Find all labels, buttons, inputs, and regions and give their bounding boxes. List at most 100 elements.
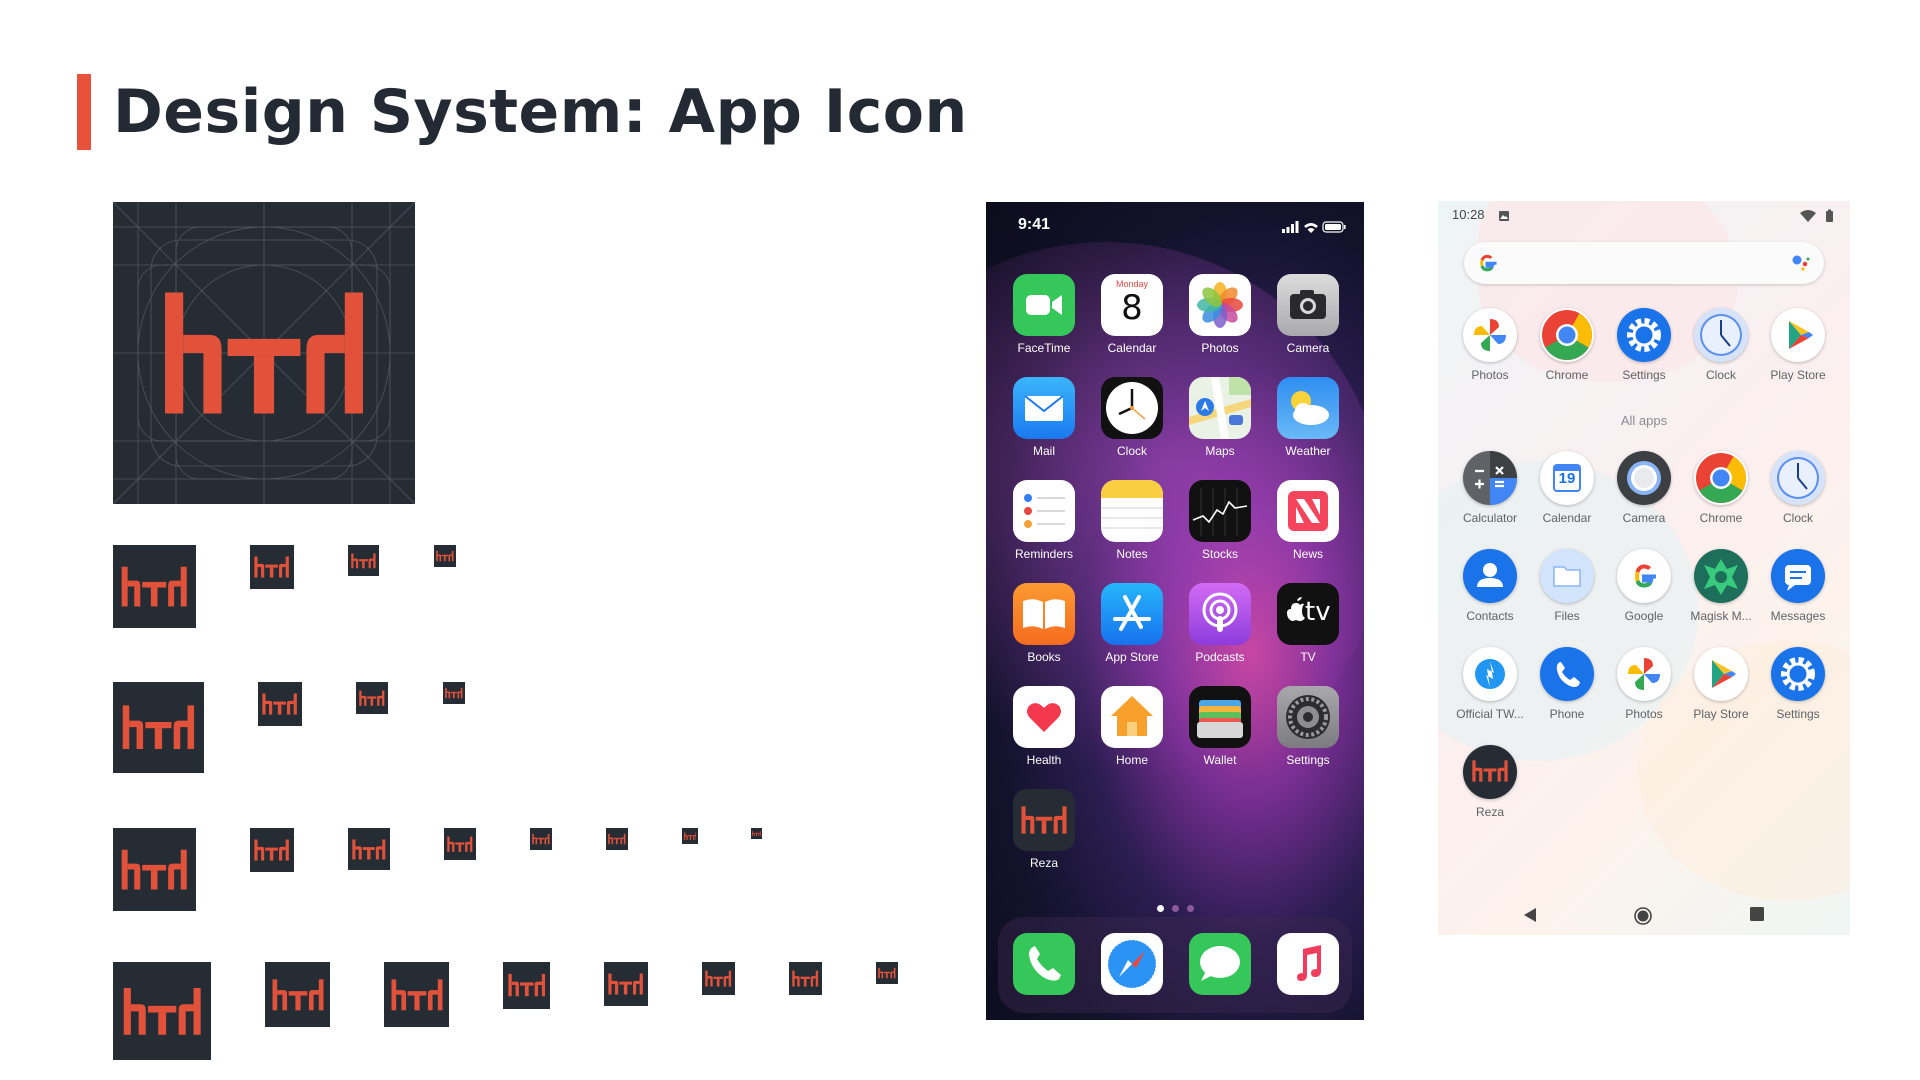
wifi-battery-icon: [1800, 209, 1833, 222]
android-app-reza[interactable]: Reza: [1451, 745, 1529, 819]
wallet-icon: [1189, 686, 1251, 748]
android-app-label: Clock: [1782, 511, 1813, 525]
weather-icon: [1277, 377, 1339, 439]
android-app-phone[interactable]: Phone: [1528, 647, 1606, 721]
page-dot[interactable]: [1171, 905, 1179, 912]
app-icon-sample: [356, 682, 388, 714]
assistant-icon[interactable]: [1792, 255, 1810, 271]
ios-app-label: Camera: [1286, 341, 1330, 355]
dock-app-safari[interactable]: [1088, 933, 1176, 1020]
android-app-settings[interactable]: Settings: [1759, 647, 1837, 721]
ios-app-weather[interactable]: Weather: [1264, 377, 1352, 480]
dock-app-messages[interactable]: [1176, 933, 1264, 1020]
reza-icon: [1463, 745, 1517, 799]
ios-app-label: Home: [1115, 753, 1148, 767]
reminders-icon: [1013, 480, 1075, 542]
back-button[interactable]: [1522, 907, 1538, 928]
android-app-label: Play Store: [1693, 707, 1749, 721]
page-dot[interactable]: [1186, 905, 1194, 912]
app-icon-sample: [113, 545, 196, 628]
google-search-bar[interactable]: [1464, 242, 1824, 284]
contacts-icon: [1463, 549, 1517, 603]
play-store-icon: [1771, 308, 1825, 362]
ios-app-podcasts[interactable]: Podcasts: [1176, 583, 1264, 686]
android-app-label: Calculator: [1462, 511, 1518, 525]
dock-app-music[interactable]: [1264, 933, 1352, 1020]
android-app-messages[interactable]: Messages: [1759, 549, 1837, 623]
ios-app-label: News: [1292, 547, 1323, 561]
ios-app-mail[interactable]: Mail: [1000, 377, 1088, 480]
android-app-label: Magisk M...: [1690, 609, 1752, 623]
app-icon-sample: [113, 828, 196, 911]
ios-app-camera[interactable]: Camera: [1264, 274, 1352, 377]
page-dot[interactable]: [1156, 905, 1164, 912]
play-store-icon: [1694, 647, 1748, 701]
android-app-label: Calendar: [1542, 511, 1592, 525]
android-fav-photos[interactable]: Photos: [1451, 308, 1529, 382]
android-app-magisk[interactable]: Magisk M...: [1682, 549, 1760, 623]
android-app-official-tw[interactable]: Official TW...: [1451, 647, 1529, 721]
android-app-contacts[interactable]: Contacts: [1451, 549, 1529, 623]
ios-app-maps[interactable]: Maps: [1176, 377, 1264, 480]
maps-icon: [1189, 377, 1251, 439]
phone-icon: [1013, 933, 1075, 995]
app-icon-sample: [702, 962, 735, 995]
android-app-photos[interactable]: Photos: [1605, 647, 1683, 721]
app-icon-sample: [789, 962, 822, 995]
page-indicator[interactable]: [986, 899, 1364, 917]
android-app-play-store[interactable]: Play Store: [1682, 647, 1760, 721]
android-fav-settings[interactable]: Settings: [1605, 308, 1683, 382]
ios-app-label: Books: [1027, 650, 1061, 664]
recents-button[interactable]: [1750, 907, 1764, 926]
ios-app-books[interactable]: Books: [1000, 583, 1088, 686]
app-icon-sample: [250, 545, 294, 589]
photos-icon: [1617, 647, 1671, 701]
ios-app-reza[interactable]: Reza: [1000, 789, 1088, 892]
ios-app-stocks[interactable]: Stocks: [1176, 480, 1264, 583]
ios-app-notes[interactable]: Notes: [1088, 480, 1176, 583]
android-app-calculator[interactable]: Calculator: [1451, 451, 1529, 525]
ios-app-facetime[interactable]: FaceTime: [1000, 274, 1088, 377]
android-app-label: Messages: [1770, 609, 1826, 623]
news-icon: [1277, 480, 1339, 542]
android-app-google[interactable]: Google: [1605, 549, 1683, 623]
ios-app-health[interactable]: Health: [1000, 686, 1088, 789]
ios-app-tv[interactable]: tv TV: [1264, 583, 1352, 686]
android-app-label: Reza: [1475, 805, 1504, 819]
chrome-icon: [1540, 308, 1594, 362]
android-fav-play-store[interactable]: Play Store: [1759, 308, 1837, 382]
ios-app-app-store[interactable]: App Store: [1088, 583, 1176, 686]
android-app-camera[interactable]: Camera: [1605, 451, 1683, 525]
ios-app-photos[interactable]: Photos: [1176, 274, 1264, 377]
android-app-files[interactable]: Files: [1528, 549, 1606, 623]
mail-icon: [1013, 377, 1075, 439]
dock-app-phone[interactable]: [1000, 933, 1088, 1020]
android-app-chrome[interactable]: Chrome: [1682, 451, 1760, 525]
android-app-label: Chrome: [1545, 368, 1589, 382]
app-icon-sample: [503, 962, 550, 1009]
ios-app-news[interactable]: News: [1264, 480, 1352, 583]
app-icon-sample: [751, 828, 762, 839]
ios-app-label: App Store: [1105, 650, 1159, 664]
ios-app-reminders[interactable]: Reminders: [1000, 480, 1088, 583]
android-app-label: Clock: [1705, 368, 1736, 382]
android-fav-chrome[interactable]: Chrome: [1528, 308, 1606, 382]
ios-app-clock[interactable]: Clock: [1088, 377, 1176, 480]
ios-app-settings[interactable]: Settings: [1264, 686, 1352, 789]
ios-app-label: Wallet: [1203, 753, 1237, 767]
facetime-icon: [1013, 274, 1075, 336]
ios-app-label: Photos: [1201, 341, 1239, 355]
home-button[interactable]: [1634, 907, 1652, 930]
android-app-calendar[interactable]: 19 Calendar: [1528, 451, 1606, 525]
ios-app-label: Maps: [1205, 444, 1235, 458]
google-g-icon: [1480, 254, 1497, 272]
ios-app-wallet[interactable]: Wallet: [1176, 686, 1264, 789]
android-app-clock[interactable]: Clock: [1759, 451, 1837, 525]
ios-app-calendar[interactable]: Monday 8 Calendar: [1088, 274, 1176, 377]
app-icon-sample: [443, 682, 465, 704]
ios-app-label: Reza: [1029, 856, 1058, 870]
official-tw-icon: [1463, 647, 1517, 701]
app-icon-sample: [434, 545, 456, 567]
ios-app-home[interactable]: Home: [1088, 686, 1176, 789]
android-fav-clock[interactable]: Clock: [1682, 308, 1760, 382]
